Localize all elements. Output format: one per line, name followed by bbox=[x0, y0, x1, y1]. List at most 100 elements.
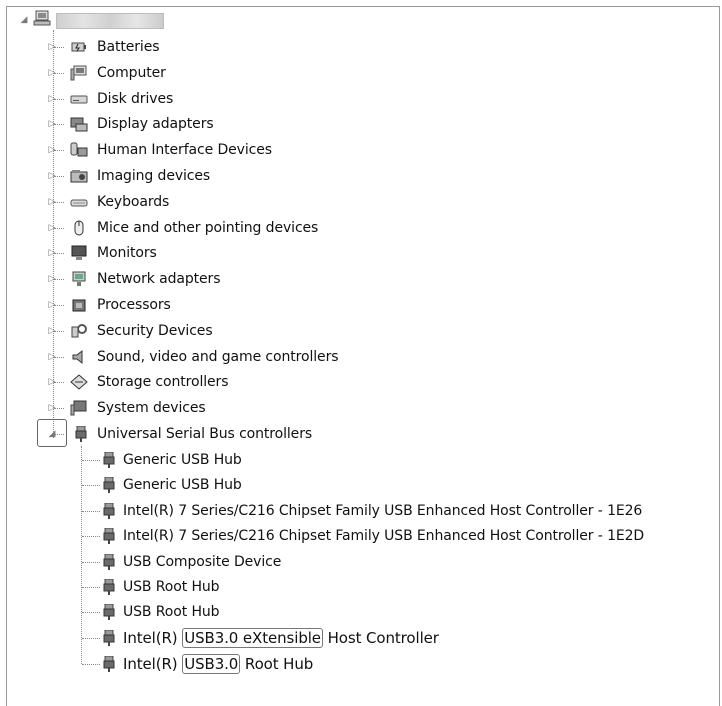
collapsed-arrow-icon[interactable]: ▷ bbox=[47, 223, 57, 233]
computer-icon bbox=[33, 10, 51, 26]
security-device-icon bbox=[71, 323, 87, 338]
usb-icon bbox=[103, 477, 115, 494]
usb-icon bbox=[103, 502, 115, 519]
battery-icon bbox=[71, 42, 86, 52]
storage-controller-icon bbox=[70, 374, 88, 391]
tree-item-processors[interactable]: ▷ Processors bbox=[0, 295, 400, 315]
collapsed-arrow-icon[interactable]: ▷ bbox=[47, 145, 57, 155]
expanded-arrow-icon[interactable]: ◢ bbox=[19, 15, 29, 25]
collapsed-arrow-icon[interactable]: ▷ bbox=[47, 326, 57, 336]
collapsed-arrow-icon[interactable]: ▷ bbox=[47, 197, 57, 207]
tree-item-label: Intel(R) USB3.0 Root Hub bbox=[123, 654, 314, 674]
tree-item-display-adapters[interactable]: ▷ Display adapters bbox=[0, 114, 400, 134]
tree-item-usb-controllers[interactable]: ◢ Universal Serial Bus controllers bbox=[0, 424, 420, 444]
tree-item-disk-drives[interactable]: ▷ Disk drives bbox=[0, 89, 400, 109]
usb-icon bbox=[103, 528, 115, 545]
tree-item-label: Mice and other pointing devices bbox=[97, 219, 319, 236]
tree-item-monitors[interactable]: ▷ Monitors bbox=[0, 243, 400, 263]
tree-item-usb-device[interactable]: Intel(R) 7 Series/C216 Chipset Family US… bbox=[0, 501, 642, 521]
tree-item-label: Monitors bbox=[97, 245, 157, 262]
tree-item-label: Imaging devices bbox=[97, 168, 211, 184]
tree-item-label: Security Devices bbox=[97, 322, 213, 339]
tree-item-usb-device[interactable]: Intel(R) 7 Series/C216 Chipset Family US… bbox=[0, 526, 644, 546]
collapsed-arrow-icon[interactable]: ▷ bbox=[47, 248, 57, 258]
tree-item-label: System devices bbox=[97, 400, 206, 417]
tree-item-label: Storage controllers bbox=[97, 374, 229, 391]
tree-item-label: Network adapters bbox=[97, 271, 221, 288]
tree-item-label: Intel(R) USB3.0 eXtensible Host Controll… bbox=[123, 628, 439, 648]
highlight-box: USB3.0 bbox=[182, 654, 241, 674]
tree-item-label: Display adapters bbox=[97, 116, 214, 133]
tree-item-label: Generic USB Hub bbox=[123, 477, 242, 494]
tree-item-usb-device[interactable]: Generic USB Hub bbox=[0, 475, 600, 495]
tree-root[interactable]: ◢ bbox=[0, 10, 200, 30]
collapsed-arrow-icon[interactable]: ▷ bbox=[47, 42, 57, 52]
speaker-icon bbox=[72, 349, 83, 364]
usb-icon bbox=[103, 579, 115, 595]
collapsed-arrow-icon[interactable]: ▷ bbox=[47, 68, 57, 78]
collapsed-arrow-icon[interactable]: ▷ bbox=[47, 274, 57, 284]
collapsed-arrow-icon[interactable]: ▷ bbox=[47, 300, 57, 310]
tree-item-label: Keyboards bbox=[97, 193, 170, 210]
highlight-box: USB3.0 eXtensible bbox=[182, 628, 323, 648]
tree-item-usb-device[interactable]: USB Root Hub bbox=[0, 602, 600, 622]
collapsed-arrow-icon[interactable]: ▷ bbox=[47, 352, 57, 362]
tree-item-label: Processors bbox=[97, 297, 171, 313]
processor-icon bbox=[72, 299, 86, 312]
collapsed-arrow-icon[interactable]: ▷ bbox=[47, 377, 57, 387]
tree-item-system-devices[interactable]: ▷ System devices bbox=[0, 398, 400, 418]
usb-icon bbox=[103, 656, 115, 672]
usb-icon bbox=[103, 630, 115, 646]
usb-icon bbox=[75, 426, 87, 442]
tree-item-batteries[interactable]: ▷ Batteries bbox=[0, 37, 400, 57]
tree-item-keyboards[interactable]: ▷ Keyboards bbox=[0, 192, 400, 212]
tree-item-imaging-devices[interactable]: ▷ Imaging devices bbox=[0, 166, 400, 186]
tree-item-storage-controllers[interactable]: ▷ Storage controllers bbox=[0, 372, 400, 392]
collapsed-arrow-icon[interactable]: ▷ bbox=[47, 119, 57, 129]
tree-item-label: Intel(R) 7 Series/C216 Chipset Family US… bbox=[123, 502, 643, 519]
network-adapter-icon bbox=[72, 271, 86, 287]
hid-icon bbox=[70, 142, 88, 157]
label-prefix: Intel(R) bbox=[123, 629, 183, 647]
tree-item-computer[interactable]: ▷ Computer bbox=[0, 63, 400, 83]
tree-item-label: Universal Serial Bus controllers bbox=[97, 426, 313, 442]
keyboard-icon bbox=[70, 199, 88, 207]
computer-name-obscured bbox=[56, 13, 164, 29]
tree-item-security-devices[interactable]: ▷ Security Devices bbox=[0, 321, 400, 341]
tree-item-mice-and-other-pointing-devices[interactable]: ▷ Mice and other pointing devices bbox=[0, 218, 400, 238]
monitor-icon bbox=[71, 245, 87, 261]
tree-item-human-interface-devices[interactable]: ▷ Human Interface Devices bbox=[0, 140, 400, 160]
label-suffix: Root Hub bbox=[240, 655, 314, 673]
label-suffix: Host Controller bbox=[322, 629, 439, 647]
tree-item-sound-video-and-game-controllers[interactable]: ▷ Sound, video and game controllers bbox=[0, 347, 400, 367]
tree-item-usb-device[interactable]: Generic USB Hub bbox=[0, 450, 600, 470]
label-prefix: Intel(R) bbox=[123, 655, 183, 673]
tree-item-usb30-root-hub[interactable]: Intel(R) USB3.0 Root Hub bbox=[0, 654, 400, 674]
tree-item-label: Generic USB Hub bbox=[123, 452, 242, 468]
computer-icon bbox=[70, 65, 87, 81]
usb-icon bbox=[103, 452, 115, 468]
collapsed-arrow-icon[interactable]: ▷ bbox=[47, 171, 57, 181]
camera-icon bbox=[70, 170, 88, 183]
system-device-icon bbox=[70, 400, 87, 416]
tree-item-label: Sound, video and game controllers bbox=[97, 348, 339, 365]
usb-icon bbox=[103, 553, 115, 570]
tree-item-label: Computer bbox=[97, 64, 166, 81]
tree-item-usb30-xhci[interactable]: Intel(R) USB3.0 eXtensible Host Controll… bbox=[0, 628, 500, 648]
collapsed-arrow-icon[interactable]: ▷ bbox=[47, 94, 57, 104]
tree-item-label: Intel(R) 7 Series/C216 Chipset Family US… bbox=[123, 528, 645, 545]
display-adapter-icon bbox=[70, 117, 88, 132]
tree-item-label: USB Composite Device bbox=[123, 553, 282, 570]
collapsed-arrow-icon[interactable]: ▷ bbox=[47, 403, 57, 413]
disk-drive-icon bbox=[70, 95, 88, 104]
tree-item-label: Human Interface Devices bbox=[97, 142, 272, 159]
tree-item-label: Disk drives bbox=[97, 90, 174, 107]
tree-item-label: Batteries bbox=[97, 39, 160, 55]
tree-item-network-adapters[interactable]: ▷ Network adapters bbox=[0, 269, 400, 289]
device-tree: ◢ ▷ Batteries ▷ Computer ▷ Disk drives ▷ Displa… bbox=[0, 0, 722, 699]
expanded-arrow-icon[interactable]: ◢ bbox=[47, 429, 57, 439]
mouse-icon bbox=[74, 220, 84, 236]
tree-item-label: USB Root Hub bbox=[123, 604, 220, 621]
tree-item-usb-device[interactable]: USB Composite Device bbox=[0, 552, 600, 572]
tree-item-usb-device[interactable]: USB Root Hub bbox=[0, 577, 600, 597]
